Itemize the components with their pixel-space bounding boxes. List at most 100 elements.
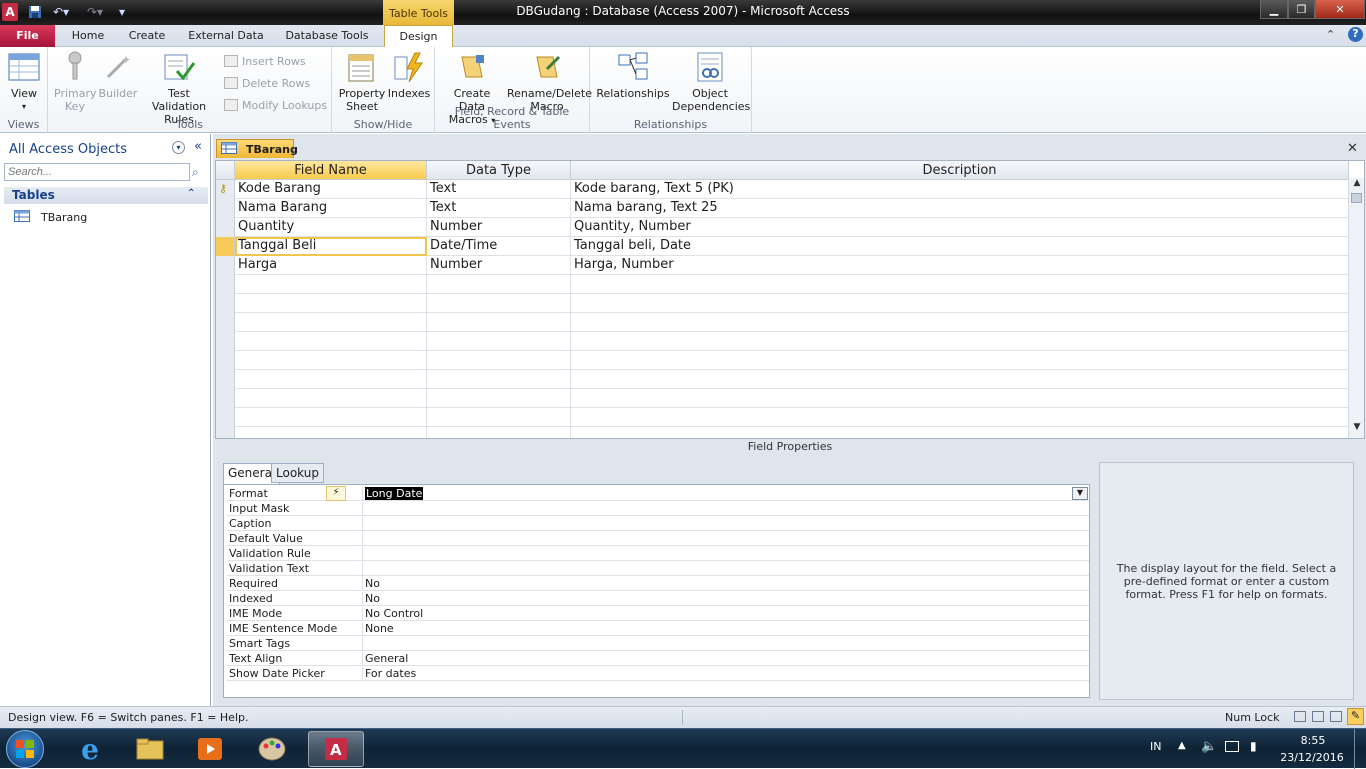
volume-icon[interactable]: 🔈 <box>1201 739 1217 754</box>
clock-date[interactable]: 23/12/2016 <box>1276 751 1348 764</box>
table-row-empty[interactable] <box>216 351 1349 370</box>
property-row[interactable]: Validation Text <box>227 561 1089 576</box>
data-type-cell[interactable]: Date/Time <box>427 237 571 256</box>
test-validation-rules-button[interactable]: Test Validation Rules <box>140 51 218 126</box>
field-name-cell[interactable]: Tanggal Beli <box>235 237 427 256</box>
datasheet-view-icon[interactable] <box>1294 711 1306 722</box>
object-dependencies-button[interactable]: Object Dependencies <box>672 51 750 113</box>
pivot-chart-view-icon[interactable] <box>1330 711 1342 722</box>
scroll-up-icon[interactable]: ▲ <box>1349 178 1365 192</box>
table-row-empty[interactable] <box>216 408 1349 427</box>
table-row-empty[interactable] <box>216 389 1349 408</box>
table-row-empty[interactable] <box>216 332 1349 351</box>
property-row[interactable]: Text Align General <box>227 651 1089 666</box>
property-row[interactable]: IME Sentence Mode None <box>227 621 1089 636</box>
tab-file[interactable]: File <box>0 25 55 47</box>
table-row-empty[interactable] <box>216 370 1349 389</box>
language-indicator[interactable]: IN <box>1150 740 1161 753</box>
close-document-icon[interactable]: ✕ <box>1347 141 1358 156</box>
property-row[interactable]: Smart Tags <box>227 636 1089 651</box>
rename-delete-macro-button[interactable]: Rename/Delete Macro <box>507 51 592 113</box>
maximize-button[interactable]: ❐ <box>1288 0 1315 19</box>
table-row[interactable]: Tanggal Beli Date/Time Tanggal beli, Dat… <box>216 237 1349 256</box>
internet-explorer-icon[interactable]: e <box>62 731 118 767</box>
design-view-icon[interactable]: ✎ <box>1347 708 1364 725</box>
data-type-cell[interactable]: Text <box>427 180 571 199</box>
tab-database-tools[interactable]: Database Tools <box>278 25 376 47</box>
action-center-icon[interactable] <box>1225 741 1239 752</box>
table-row-empty[interactable] <box>216 313 1349 332</box>
row-selector[interactable] <box>216 199 235 218</box>
table-row-empty[interactable] <box>216 294 1349 313</box>
file-explorer-icon[interactable] <box>122 731 178 767</box>
tab-design[interactable]: Design <box>384 25 453 48</box>
data-type-cell[interactable]: Text <box>427 199 571 218</box>
view-button[interactable]: View ▾ <box>4 51 44 113</box>
field-name-cell[interactable]: Kode Barang <box>235 180 427 199</box>
nav-pane-header[interactable]: All Access Objects ▾ « <box>0 138 211 160</box>
property-row-format[interactable]: Format ⚡ Long Date ▼ <box>227 486 1089 501</box>
access-taskbar-icon[interactable]: A <box>308 731 364 767</box>
paint-icon[interactable] <box>244 731 300 767</box>
property-row[interactable]: IME Mode No Control <box>227 606 1089 621</box>
field-name-cell[interactable]: Nama Barang <box>235 199 427 218</box>
nav-dropdown-icon[interactable]: ▾ <box>172 141 185 154</box>
property-sheet-button[interactable]: Property Sheet <box>338 51 386 113</box>
property-row[interactable]: Required No <box>227 576 1089 591</box>
tab-external-data[interactable]: External Data <box>183 25 269 47</box>
property-row[interactable]: Show Date Picker For dates <box>227 666 1089 681</box>
description-cell[interactable]: Harga, Number <box>571 256 1349 275</box>
indexes-button[interactable]: Indexes <box>387 51 431 100</box>
property-row[interactable]: Validation Rule <box>227 546 1089 561</box>
tab-home[interactable]: Home <box>63 25 113 47</box>
tab-create[interactable]: Create <box>121 25 173 47</box>
collapse-group-icon[interactable]: ⌃ <box>187 188 195 199</box>
table-row[interactable]: Harga Number Harga, Number <box>216 256 1349 275</box>
nav-search-input[interactable] <box>4 163 190 181</box>
format-dropdown-icon[interactable]: ▼ <box>1072 487 1088 500</box>
minimize-ribbon-icon[interactable]: ⌃ <box>1326 28 1335 41</box>
nav-group-tables[interactable]: Tables ⌃ <box>4 187 208 204</box>
row-selector[interactable]: ⚷ <box>216 180 235 199</box>
row-selector-current[interactable] <box>216 237 235 256</box>
data-type-cell[interactable]: Number <box>427 256 571 275</box>
pivot-table-view-icon[interactable] <box>1312 711 1324 722</box>
property-row[interactable]: Caption <box>227 516 1089 531</box>
scroll-thumb[interactable] <box>1351 193 1362 203</box>
data-type-cell[interactable]: Number <box>427 218 571 237</box>
shutter-bar-collapse-icon[interactable]: « <box>194 139 202 154</box>
table-row-empty[interactable] <box>216 427 1349 438</box>
description-cell[interactable]: Nama barang, Text 25 <box>571 199 1349 218</box>
property-row[interactable]: Indexed No <box>227 591 1089 606</box>
field-name-cell[interactable]: Quantity <box>235 218 427 237</box>
document-tab-tbarang[interactable]: TBarang <box>216 139 298 158</box>
description-cell[interactable]: Kode barang, Text 5 (PK) <box>571 180 1349 199</box>
description-cell[interactable]: Tanggal beli, Date <box>571 237 1349 256</box>
search-icon[interactable]: ⌕ <box>192 165 199 180</box>
close-button[interactable]: ✕ <box>1315 0 1365 19</box>
property-update-options-icon[interactable]: ⚡ <box>326 486 346 501</box>
grid-vertical-scrollbar[interactable]: ▲ ▼ <box>1348 178 1364 438</box>
property-row[interactable]: Input Mask <box>227 501 1089 516</box>
start-button[interactable] <box>6 730 44 768</box>
scroll-down-icon[interactable]: ▼ <box>1349 422 1365 436</box>
relationships-button[interactable]: Relationships <box>596 51 670 100</box>
table-row[interactable]: Nama Barang Text Nama barang, Text 25 <box>216 199 1349 218</box>
minimize-button[interactable]: ▁ <box>1260 0 1288 19</box>
table-row[interactable]: Quantity Number Quantity, Number <box>216 218 1349 237</box>
row-selector[interactable] <box>216 218 235 237</box>
media-player-icon[interactable] <box>182 731 238 767</box>
select-all-corner[interactable] <box>216 161 235 180</box>
clock-time[interactable]: 8:55 <box>1283 734 1343 747</box>
help-icon[interactable]: ? <box>1348 27 1363 42</box>
table-row-empty[interactable] <box>216 275 1349 294</box>
row-selector[interactable] <box>216 256 235 275</box>
table-row[interactable]: ⚷ Kode Barang Text Kode barang, Text 5 (… <box>216 180 1349 199</box>
format-value[interactable]: Long Date <box>362 487 1087 501</box>
show-desktop-button[interactable] <box>1354 729 1366 769</box>
description-cell[interactable]: Quantity, Number <box>571 218 1349 237</box>
network-icon[interactable]: ▮ <box>1250 739 1257 753</box>
tab-lookup[interactable]: Lookup <box>271 463 324 483</box>
field-name-cell[interactable]: Harga <box>235 256 427 275</box>
show-hidden-icons-icon[interactable]: ▲ <box>1178 740 1186 751</box>
